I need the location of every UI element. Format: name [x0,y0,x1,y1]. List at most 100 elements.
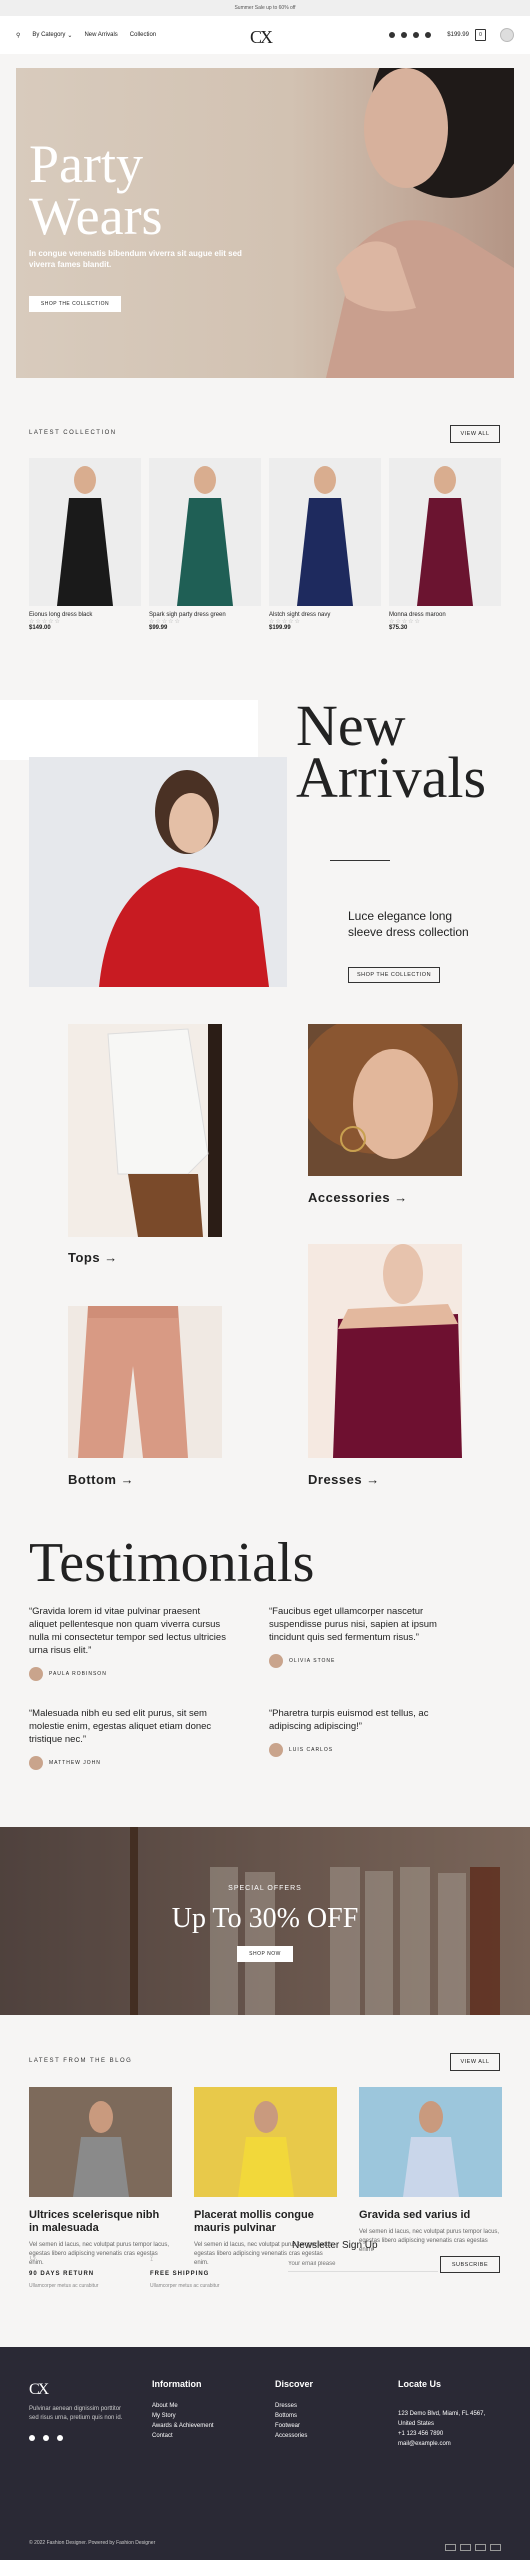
footer-link[interactable]: Awards & Achievement [152,2421,214,2431]
facebook-icon[interactable] [401,32,408,38]
dresses-image[interactable] [308,1244,462,1458]
hero-title: Party Wears [29,137,163,246]
account-icon[interactable] [500,28,514,42]
site-logo[interactable]: CX [250,27,273,48]
nav-collection[interactable]: Collection [130,32,156,38]
footer-link: 123 Demo Blvd, Miami, FL 4567, [398,2411,486,2417]
main-nav: ⚲ By Category ⌄ New Arrivals Collection [16,32,156,39]
arrivals-title-line2: Arrivals [296,745,487,810]
subscribe-button[interactable]: SUBSCRIBE [440,2256,500,2273]
avatar [269,1743,283,1757]
footer-info-links: About Me My Story Awards & Achievement Cont… [152,2401,214,2441]
product-image[interactable] [29,458,141,606]
footer-link[interactable]: Contact [152,2431,214,2441]
white-shirt-image [107,1024,222,1237]
blog-image[interactable] [359,2087,502,2197]
arrow-right-icon: → [120,1472,135,1487]
product-card[interactable]: Eionus long dress black ☆☆☆☆☆ $149.00 [29,458,141,631]
blog-view-all-button[interactable]: VIEW ALL [450,2053,500,2071]
footer-copyright: © 2022 Fashion Designer. Powered by Fash… [29,2540,156,2546]
instagram-icon[interactable] [389,32,396,38]
newsletter-email-input[interactable] [288,2256,438,2272]
author-name: LUIS CARLOS [289,1746,334,1753]
product-card[interactable]: Alstch sight dress navy ☆☆☆☆☆ $199.99 [269,458,381,631]
footer-discover-title: Discover [275,2379,314,2389]
category-accessories[interactable]: Accessories → [308,1190,408,1205]
testimonial-quote: “Faucibus eget ullamcorper nascetur susp… [269,1606,437,1643]
product-image[interactable] [269,458,381,606]
avatar [29,1667,43,1681]
page: Summer Sale up to 60% off ⚲ By Category ⌄… [0,0,530,2560]
category-accessories-label: Accessories [308,1190,391,1205]
product-rating: ☆☆☆☆☆ [269,619,301,625]
blog-post[interactable]: Ultrices scelerisque nibh in malesuada V… [29,2087,172,2268]
testimonial: “Gravida lorem id vitae pulvinar praesen… [29,1605,229,1681]
blog-image[interactable] [29,2087,172,2197]
footer-link[interactable]: About Me [152,2401,214,2411]
return-icon: ↺ [29,2253,37,2263]
testimonial: “Pharetra turpis euismod est tellus, ac … [269,1707,469,1757]
blog-title[interactable]: Gravida sed varius id [359,2209,502,2222]
search-icon[interactable]: ⚲ [16,32,20,39]
product-image[interactable] [149,458,261,606]
arrivals-backdrop [0,700,258,760]
footer-link[interactable]: Dresses [275,2401,313,2411]
feature-shipping-sub: Ullamcorper metus ac curabitur [150,2283,220,2289]
promo-banner: SPECIAL OFFERS Up To 30% OFF SHOP NOW [0,1827,530,2015]
arrivals-image [29,757,287,987]
twitter-icon[interactable] [425,32,432,38]
hero-title-line2: Wears [29,186,163,246]
blog-post[interactable]: Gravida sed varius id Vel semen id lacus… [359,2087,502,2268]
bottom-image[interactable] [68,1306,222,1458]
nav-by-category[interactable]: By Category [32,32,65,38]
footer-discover: Discover Dresses Bottoms Footwear Accessorie… [275,2379,313,2441]
testimonial-quote: “Pharetra turpis euismod est tellus, ac … [269,1708,429,1732]
footer-social [29,2435,63,2441]
blog-image[interactable] [194,2087,337,2197]
product-rating: ☆☆☆☆☆ [389,619,421,625]
rss-icon: ⟟ [150,2253,154,2263]
promo-shop-button[interactable]: SHOP NOW [237,1946,293,1962]
author-name: OLIVIA STONE [289,1657,336,1664]
footer-info-title: Information [152,2379,202,2389]
tops-image[interactable] [68,1024,222,1237]
twitter-icon[interactable] [57,2435,63,2441]
blog-title[interactable]: Ultrices scelerisque nibh in malesuada [29,2209,172,2235]
testimonial-quote: “Gravida lorem id vitae pulvinar praesen… [29,1606,226,1656]
announcement-text: Summer Sale up to 60% off [234,5,296,11]
author-name: PAULA ROBINSON [49,1670,107,1677]
product-card[interactable]: Monna dress maroon ☆☆☆☆☆ $75.30 [389,458,501,631]
testimonial-quote: “Malesuada nibh eu sed elit purus, sit s… [29,1708,212,1745]
footer-logo[interactable]: CX [29,2381,49,2399]
cart-icon[interactable]: 0 [475,29,486,41]
product-image[interactable] [389,458,501,606]
testimonial: “Malesuada nibh eu sed elit purus, sit s… [29,1707,229,1770]
accessories-image[interactable] [308,1024,462,1176]
product-card[interactable]: Spark sigh party dress green ☆☆☆☆☆ $99.9… [149,458,261,631]
avatar [29,1756,43,1770]
category-dresses[interactable]: Dresses → [308,1472,380,1487]
category-bottom[interactable]: Bottom → [68,1472,134,1487]
blog-title[interactable]: Placerat mollis congue mauris pulvinar [194,2209,337,2235]
arrivals-shop-button[interactable]: SHOP THE COLLECTION [348,967,440,983]
hero-shop-button[interactable]: SHOP THE COLLECTION [29,296,121,312]
amex-icon [490,2544,501,2551]
youtube-icon[interactable] [413,32,420,38]
facebook-icon[interactable] [43,2435,49,2441]
latest-collection-label: LATEST COLLECTION [29,430,117,436]
footer-information: Information About Me My Story Awards & Achi… [152,2379,214,2441]
footer-link[interactable]: Bottoms [275,2411,313,2421]
category-tops[interactable]: Tops → [68,1250,118,1265]
footer-link[interactable]: Accessories [275,2431,313,2441]
nav-new-arrivals[interactable]: New Arrivals [84,32,117,38]
arrivals-product-title: Luce elegance long sleeve dress collecti… [348,909,469,939]
footer-about: Pulvinar aenean dignissim porttitor sed … [29,2406,123,2421]
cart-total[interactable]: $199.99 [447,32,469,38]
footer-link[interactable]: My Story [152,2411,214,2421]
product-price: $199.99 [269,625,291,631]
cart-count: 0 [479,32,482,38]
product-price: $75.30 [389,625,408,631]
footer-link[interactable]: Footwear [275,2421,313,2431]
latest-view-all-button[interactable]: VIEW ALL [450,425,500,443]
instagram-icon[interactable] [29,2435,35,2441]
